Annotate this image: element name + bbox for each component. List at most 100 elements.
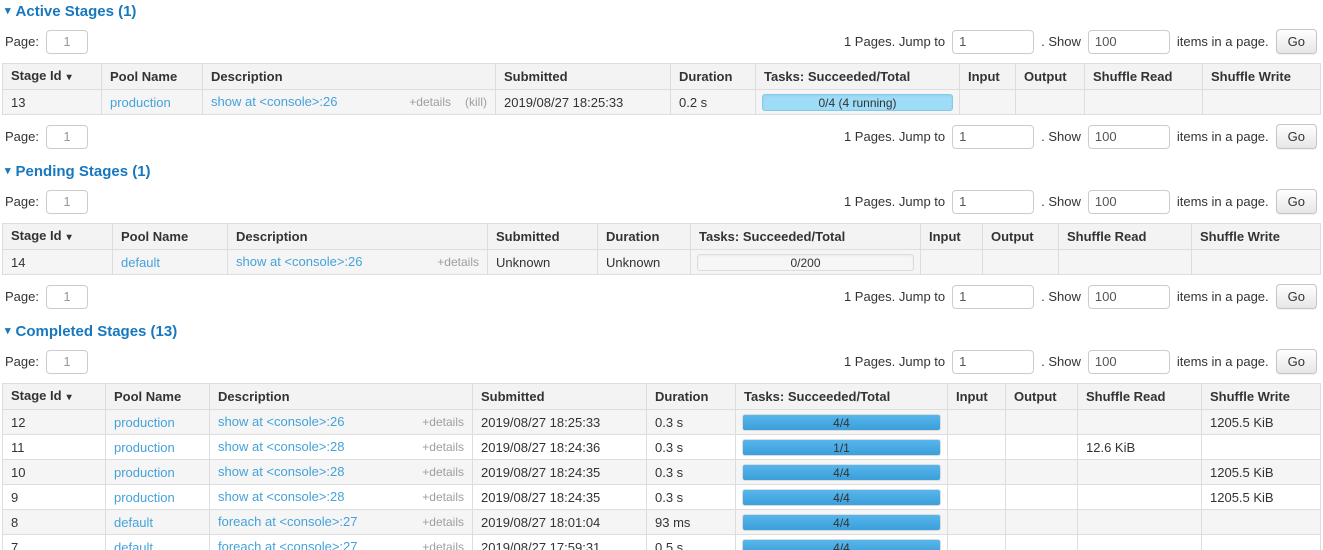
column-header[interactable]: Shuffle Read (1085, 64, 1203, 90)
column-header[interactable]: Stage Id▾ (3, 224, 113, 250)
section-header[interactable]: ▾ Pending Stages (1) (2, 163, 1321, 180)
column-header[interactable]: Submitted (496, 64, 671, 90)
column-header[interactable]: Shuffle Write (1203, 64, 1321, 90)
duration-cell: Unknown (598, 250, 691, 275)
go-button[interactable]: Go (1276, 29, 1317, 54)
page-number-input[interactable] (46, 285, 88, 309)
description-link[interactable]: show at <console>:28 (218, 489, 344, 504)
column-label: Shuffle Read (1086, 389, 1165, 404)
progress-label: 4/4 (743, 540, 940, 550)
page-number-input[interactable] (46, 190, 88, 214)
column-header[interactable]: Description (203, 64, 496, 90)
go-button[interactable]: Go (1276, 349, 1317, 374)
details-toggle[interactable]: +details (422, 440, 464, 455)
column-label: Shuffle Write (1200, 229, 1280, 244)
details-toggle[interactable]: +details (422, 465, 464, 480)
details-toggle[interactable]: +details (422, 540, 464, 550)
description-wrap: show at <console>:28 +details (218, 489, 464, 505)
pool-name-link[interactable]: production (114, 490, 175, 505)
details-toggle[interactable]: +details (422, 515, 464, 530)
details-toggle[interactable]: +details (437, 255, 479, 270)
go-button[interactable]: Go (1276, 189, 1317, 214)
column-header[interactable]: Shuffle Read (1078, 384, 1202, 410)
column-header[interactable]: Submitted (488, 224, 598, 250)
column-header[interactable]: Tasks: Succeeded/Total (736, 384, 948, 410)
page-number-input[interactable] (46, 125, 88, 149)
jump-to-input[interactable] (952, 125, 1034, 149)
section-header[interactable]: ▾ Active Stages (1) (2, 3, 1321, 20)
show-count-input[interactable] (1088, 125, 1170, 149)
description-link[interactable]: foreach at <console>:27 (218, 514, 358, 529)
description-link[interactable]: show at <console>:28 (218, 464, 344, 479)
section-header[interactable]: ▾ Completed Stages (13) (2, 323, 1321, 340)
details-toggle[interactable]: +details (422, 490, 464, 505)
details-toggle[interactable]: +details (409, 95, 451, 110)
stages-page: ▾ Active Stages (1) Page: 1 Pages. Jump … (2, 3, 1321, 550)
column-header[interactable]: Description (228, 224, 488, 250)
column-header[interactable]: Submitted (473, 384, 647, 410)
show-count-input[interactable] (1088, 30, 1170, 54)
jump-to-input[interactable] (952, 190, 1034, 214)
pool-name-link[interactable]: default (114, 515, 153, 530)
collapse-arrow-icon: ▾ (5, 326, 11, 337)
details-toggle[interactable]: +details (422, 415, 464, 430)
pool-name-link[interactable]: default (121, 255, 160, 270)
stages-table: Stage Id▾Pool NameDescriptionSubmitted Du… (2, 383, 1321, 550)
column-header[interactable]: Duration (647, 384, 736, 410)
input-cell (921, 250, 983, 275)
column-header[interactable]: Input (960, 64, 1016, 90)
description-link[interactable]: foreach at <console>:27 (218, 539, 358, 550)
column-header[interactable]: Input (948, 384, 1006, 410)
column-header[interactable]: Tasks: Succeeded/Total (756, 64, 960, 90)
column-header[interactable]: Input (921, 224, 983, 250)
submitted-cell: 2019/08/27 18:24:36 (473, 435, 647, 460)
column-header[interactable]: Description (210, 384, 473, 410)
show-count-input[interactable] (1088, 285, 1170, 309)
go-button[interactable]: Go (1276, 124, 1317, 149)
input-cell (948, 435, 1006, 460)
page-number-input[interactable] (46, 350, 88, 374)
column-header[interactable]: Tasks: Succeeded/Total (691, 224, 921, 250)
description-wrap: foreach at <console>:27 +details (218, 514, 464, 530)
kill-link[interactable]: (kill) (465, 95, 487, 110)
column-header[interactable]: Pool Name (106, 384, 210, 410)
column-header[interactable]: Shuffle Read (1059, 224, 1192, 250)
stage-id-cell: 11 (3, 435, 106, 460)
pool-name-cell: production (106, 485, 210, 510)
description-link[interactable]: show at <console>:28 (218, 439, 344, 454)
jump-to-input[interactable] (952, 30, 1034, 54)
shuffle-write-cell: 1205.5 KiB (1202, 460, 1321, 485)
items-per-page-label: items in a page. (1177, 354, 1269, 369)
pagination-controls: 1 Pages. Jump to . Show items in a page.… (844, 29, 1317, 54)
show-count-input[interactable] (1088, 190, 1170, 214)
column-header[interactable]: Stage Id▾ (3, 384, 106, 410)
column-header[interactable]: Pool Name (113, 224, 228, 250)
go-button[interactable]: Go (1276, 284, 1317, 309)
shuffle-read-cell (1085, 90, 1203, 115)
column-header[interactable]: Duration (598, 224, 691, 250)
column-header[interactable]: Output (1006, 384, 1078, 410)
column-header[interactable]: Stage Id▾ (3, 64, 102, 90)
column-label: Duration (655, 389, 708, 404)
column-header[interactable]: Output (983, 224, 1059, 250)
jump-to-input[interactable] (952, 350, 1034, 374)
column-header[interactable]: Shuffle Write (1202, 384, 1321, 410)
column-header[interactable]: Output (1016, 64, 1085, 90)
description-link[interactable]: show at <console>:26 (218, 414, 344, 429)
description-link[interactable]: show at <console>:26 (236, 254, 362, 269)
column-header[interactable]: Duration (671, 64, 756, 90)
stage-id-cell: 7 (3, 535, 106, 550)
pool-name-link[interactable]: production (110, 95, 171, 110)
column-header[interactable]: Shuffle Write (1192, 224, 1321, 250)
sort-desc-icon: ▾ (67, 232, 72, 243)
page-number-input[interactable] (46, 30, 88, 54)
pool-name-link[interactable]: production (114, 440, 175, 455)
description-link[interactable]: show at <console>:26 (211, 94, 337, 109)
pool-name-link[interactable]: production (114, 415, 175, 430)
column-label: Output (991, 229, 1034, 244)
jump-to-input[interactable] (952, 285, 1034, 309)
pool-name-link[interactable]: production (114, 465, 175, 480)
show-count-input[interactable] (1088, 350, 1170, 374)
column-header[interactable]: Pool Name (102, 64, 203, 90)
pool-name-link[interactable]: default (114, 540, 153, 550)
